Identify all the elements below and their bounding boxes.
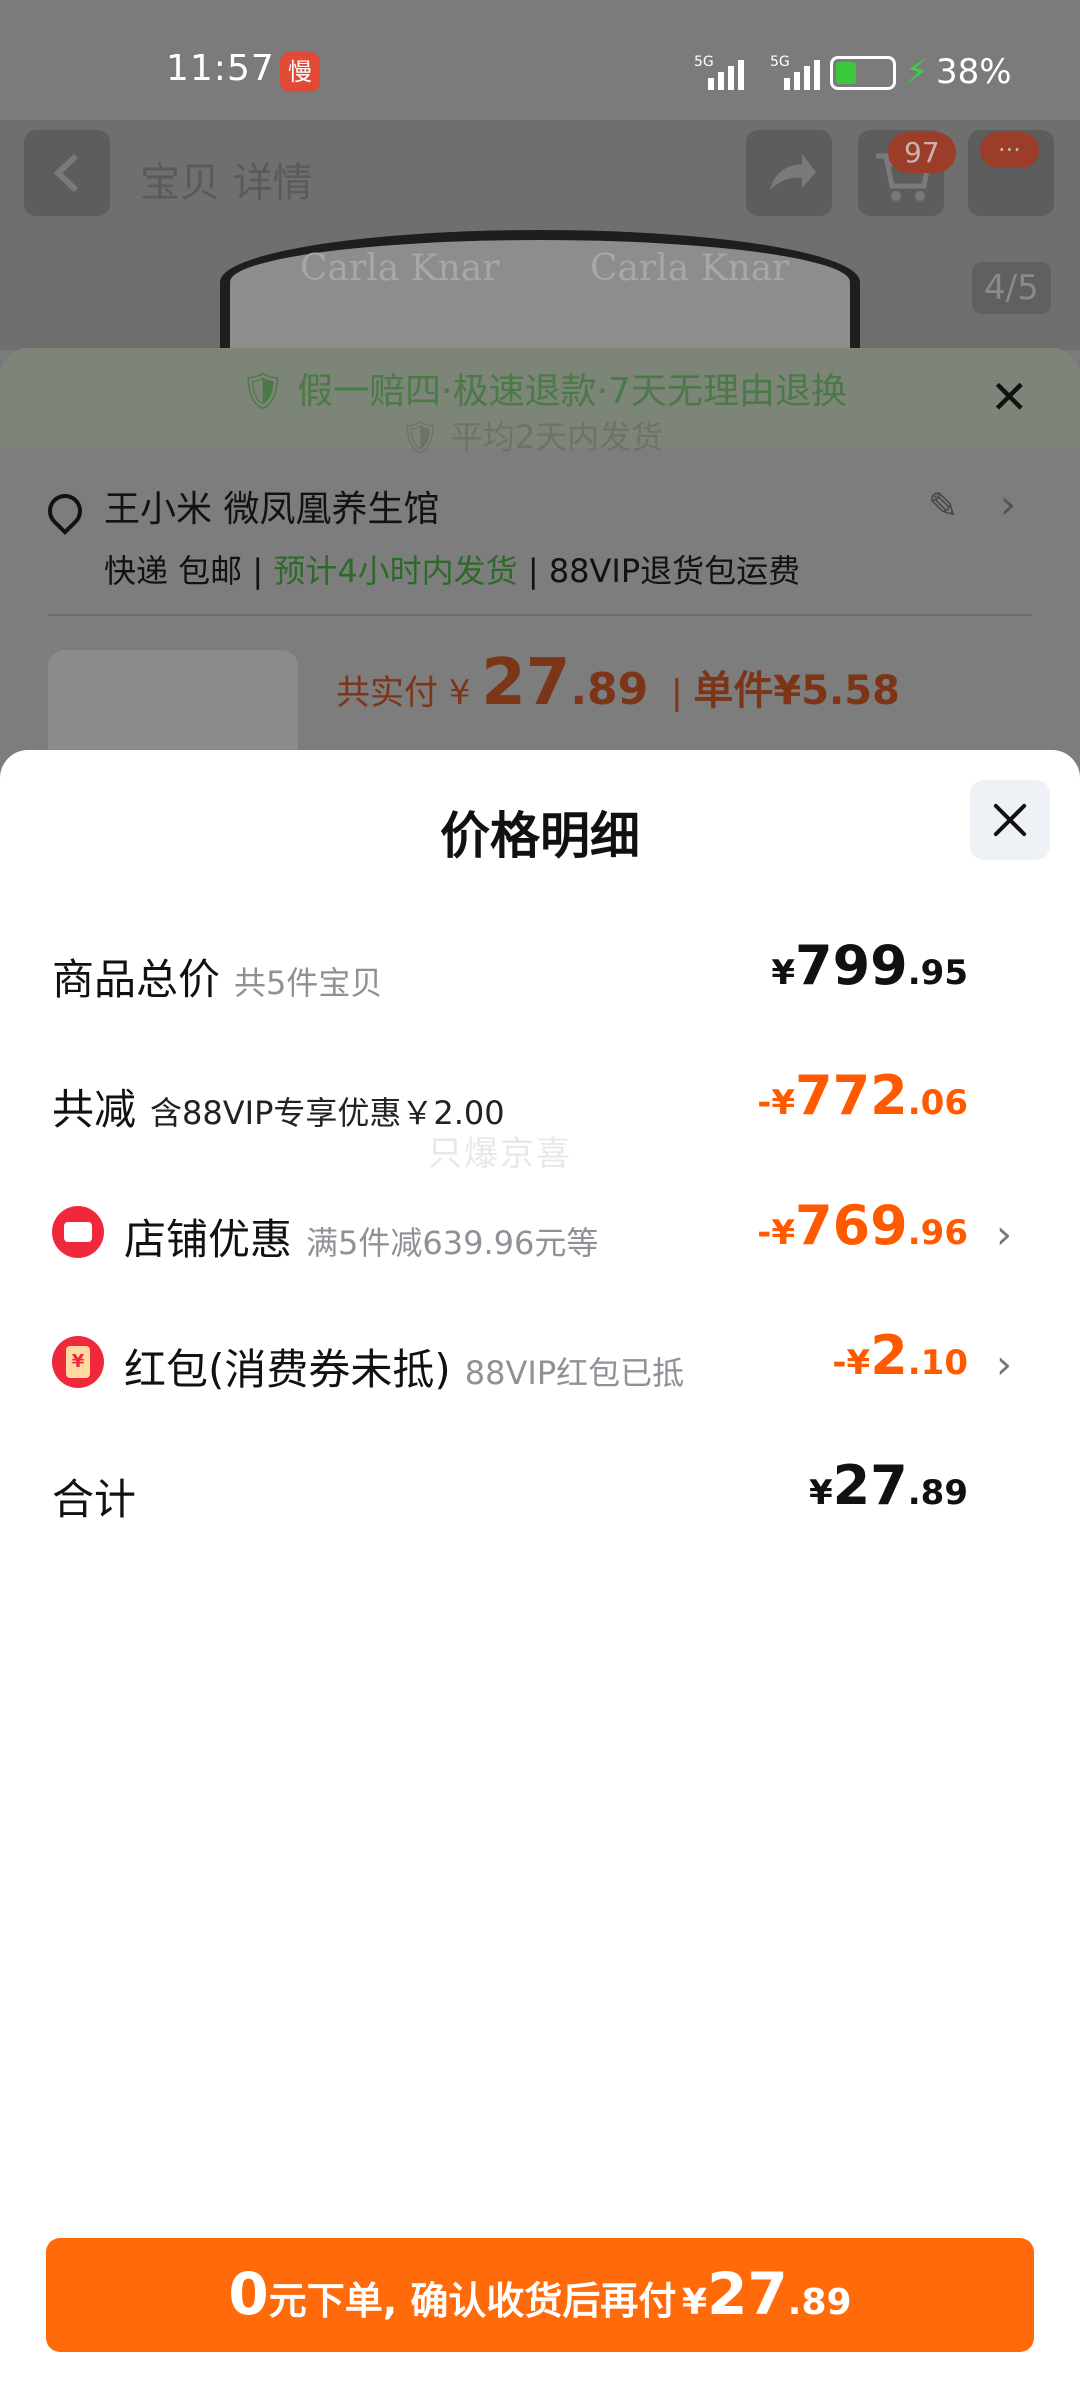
row-amount: -¥772.06 xyxy=(757,1064,968,1127)
row-label: 共减 含88VIP专享优惠￥2.00 xyxy=(52,1085,505,1134)
address-line[interactable]: 王小米 微凤凰养生馆 xyxy=(40,480,439,536)
background-total: 共实付 ¥ 27.89 | 单件¥5.58 xyxy=(336,646,900,720)
chevron-right-icon: › xyxy=(996,1212,1012,1258)
row-amount: -¥769.96 xyxy=(757,1194,968,1257)
image-counter: 4/5 xyxy=(972,262,1051,314)
pay-button-label: 0元下单, 确认收货后再付 ¥27.89 xyxy=(228,2260,852,2328)
signal-icon: 5G xyxy=(770,54,820,90)
app-notification-icon: 慢 xyxy=(280,52,320,92)
divider xyxy=(48,614,1032,616)
row-label: 红包(消费券未抵) 88VIP红包已抵 xyxy=(124,1345,685,1394)
status-bar: 11:57 慢 5G 5G ⚡ 38% xyxy=(0,0,1080,120)
share-icon xyxy=(770,154,816,190)
chevron-right-icon: › xyxy=(996,1342,1012,1388)
guarantee-banner: 🛡 假一赔四·极速退款·7天无理由退换 🛡 平均2天内发货 xyxy=(0,348,1080,456)
svg-text:5G: 5G xyxy=(770,54,790,70)
price-row-subtotal: 商品总价 共5件宝贝 ¥799.95 xyxy=(52,934,1032,1014)
shipping-line: 快递 包邮 | 预计4小时内发货 | 88VIP退货包运费 xyxy=(104,552,801,590)
screen: 11:57 慢 5G 5G ⚡ 38% 宝贝 详情 97 ··· Carla K… xyxy=(0,0,1080,2400)
row-label: 合计 xyxy=(52,1475,137,1524)
svg-text:5G: 5G xyxy=(694,54,714,70)
product-image: Carla Knar Carla Knar xyxy=(220,230,860,360)
shipping-guarantee-text: 🛡 平均2天内发货 xyxy=(400,418,664,456)
share-button[interactable] xyxy=(746,130,832,216)
battery-percent: 38% xyxy=(936,52,1012,92)
location-pin-icon xyxy=(40,486,90,536)
store-icon xyxy=(52,1206,104,1258)
guarantee-text: 🛡 假一赔四·极速退款·7天无理由退换 xyxy=(240,371,847,412)
more-icon: ··· xyxy=(980,132,1039,168)
close-button[interactable] xyxy=(970,780,1050,860)
clock: 11:57 xyxy=(166,48,275,89)
shield-check-icon: 🛡 xyxy=(240,371,286,412)
pay-later-button[interactable]: 0元下单, 确认收货后再付 ¥27.89 xyxy=(46,2238,1034,2352)
battery-icon xyxy=(830,56,896,90)
red-envelope-icon xyxy=(52,1336,104,1388)
row-label: 店铺优惠 满5件减639.96元等 xyxy=(124,1215,599,1264)
page-title: 宝贝 详情 xyxy=(140,160,313,206)
price-row-store-discount[interactable]: 店铺优惠 满5件减639.96元等 -¥769.96 › xyxy=(52,1194,1032,1274)
shield-check-icon: 🛡 xyxy=(400,418,441,456)
product-brand: Carla Knar xyxy=(590,248,790,289)
back-button[interactable] xyxy=(24,130,110,216)
row-amount: ¥799.95 xyxy=(771,934,968,997)
price-detail-modal: 价格明细 只爆京喜 商品总价 共5件宝贝 ¥799.95 共减 含88VIP专享优惠… xyxy=(0,750,1080,2400)
chevron-right-icon[interactable]: › xyxy=(1000,482,1016,528)
row-label: 商品总价 共5件宝贝 xyxy=(52,955,383,1004)
price-row-red-envelope[interactable]: 红包(消费券未抵)88VIP红包已抵 -¥2.10 › xyxy=(52,1324,1032,1404)
cart-count-badge: 97 xyxy=(888,132,956,173)
price-row-total-discount: 共减 含88VIP专享优惠￥2.00 -¥772.06 xyxy=(52,1064,1032,1144)
price-row-total: 合计 ¥27.89 xyxy=(52,1454,1032,1534)
back-arrow-icon xyxy=(53,153,79,193)
row-amount: ¥27.89 xyxy=(808,1454,968,1517)
edit-icon[interactable]: ✎ xyxy=(928,486,958,527)
signal-icon: 5G xyxy=(694,54,744,90)
row-amount: -¥2.10 xyxy=(832,1324,968,1387)
sheet-close-icon[interactable]: ✕ xyxy=(990,370,1029,424)
product-brand: Carla Knar xyxy=(300,248,500,289)
modal-title: 价格明细 xyxy=(440,807,640,865)
charging-icon: ⚡ xyxy=(905,52,929,92)
